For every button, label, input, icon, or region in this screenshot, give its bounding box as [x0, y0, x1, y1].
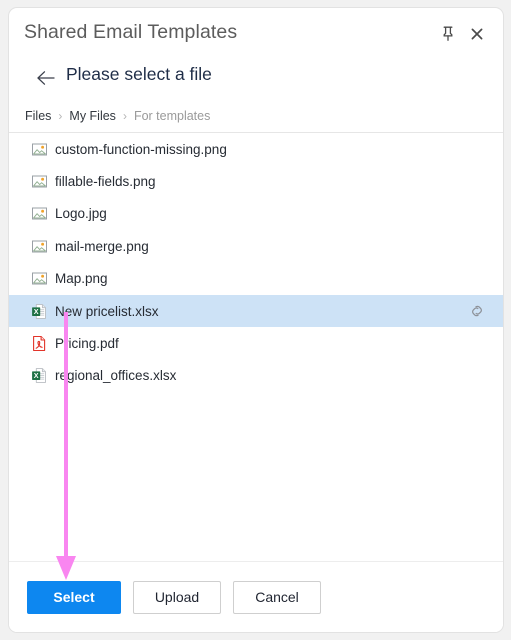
footer-actions: Select Upload Cancel: [9, 561, 503, 632]
breadcrumb-separator: ›: [58, 109, 63, 123]
breadcrumb: Files › My Files › For templates: [9, 100, 503, 133]
svg-text:X: X: [34, 371, 39, 380]
app-title: Shared Email Templates: [24, 21, 238, 43]
file-row[interactable]: Pricing.pdf: [9, 327, 503, 359]
file-row[interactable]: Logo.jpg: [9, 198, 503, 230]
file-name: mail-merge.png: [55, 238, 149, 254]
page-title: Please select a file: [66, 64, 212, 84]
close-icon[interactable]: [467, 24, 487, 44]
image-file-icon: [31, 141, 48, 158]
file-name: Pricing.pdf: [55, 336, 119, 352]
back-arrow-icon[interactable]: [34, 66, 58, 90]
breadcrumb-separator: ›: [122, 109, 127, 123]
breadcrumb-item-for-templates: For templates: [133, 109, 211, 123]
file-row[interactable]: Map.png: [9, 263, 503, 295]
image-file-icon: [31, 205, 48, 222]
pdf-file-icon: [31, 335, 48, 352]
file-name: custom-function-missing.png: [55, 141, 227, 157]
dialog-panel: Shared Email Templates Please select a f…: [8, 7, 504, 633]
cancel-button[interactable]: Cancel: [233, 580, 321, 614]
upload-button[interactable]: Upload: [133, 580, 221, 614]
file-name: fillable-fields.png: [55, 174, 156, 190]
file-row[interactable]: mail-merge.png: [9, 230, 503, 262]
file-row[interactable]: Xregional_offices.xlsx: [9, 360, 503, 392]
image-file-icon: [31, 238, 48, 255]
image-file-icon: [31, 173, 48, 190]
excel-file-icon: X: [31, 367, 48, 384]
file-name: Map.png: [55, 271, 108, 287]
file-name: New pricelist.xlsx: [55, 303, 159, 319]
image-file-icon: [31, 270, 48, 287]
file-row[interactable]: X New pricelist.xlsx: [9, 294, 503, 328]
file-name: Logo.jpg: [55, 206, 107, 222]
title-bar: Shared Email Templates: [9, 8, 503, 58]
file-row[interactable]: custom-function-missing.png: [9, 133, 503, 165]
pin-icon[interactable]: [438, 24, 458, 44]
link-icon[interactable]: [469, 303, 485, 319]
file-name: regional_offices.xlsx: [55, 368, 177, 384]
svg-text:X: X: [34, 307, 39, 316]
breadcrumb-item-my-files[interactable]: My Files: [69, 109, 116, 123]
file-row[interactable]: fillable-fields.png: [9, 165, 503, 197]
select-button[interactable]: Select: [27, 580, 121, 614]
excel-file-icon: X: [31, 303, 48, 320]
sub-header: Please select a file: [9, 58, 503, 100]
file-list: custom-function-missing.png fillable-fiel…: [9, 133, 503, 563]
breadcrumb-item-files[interactable]: Files: [25, 109, 51, 123]
